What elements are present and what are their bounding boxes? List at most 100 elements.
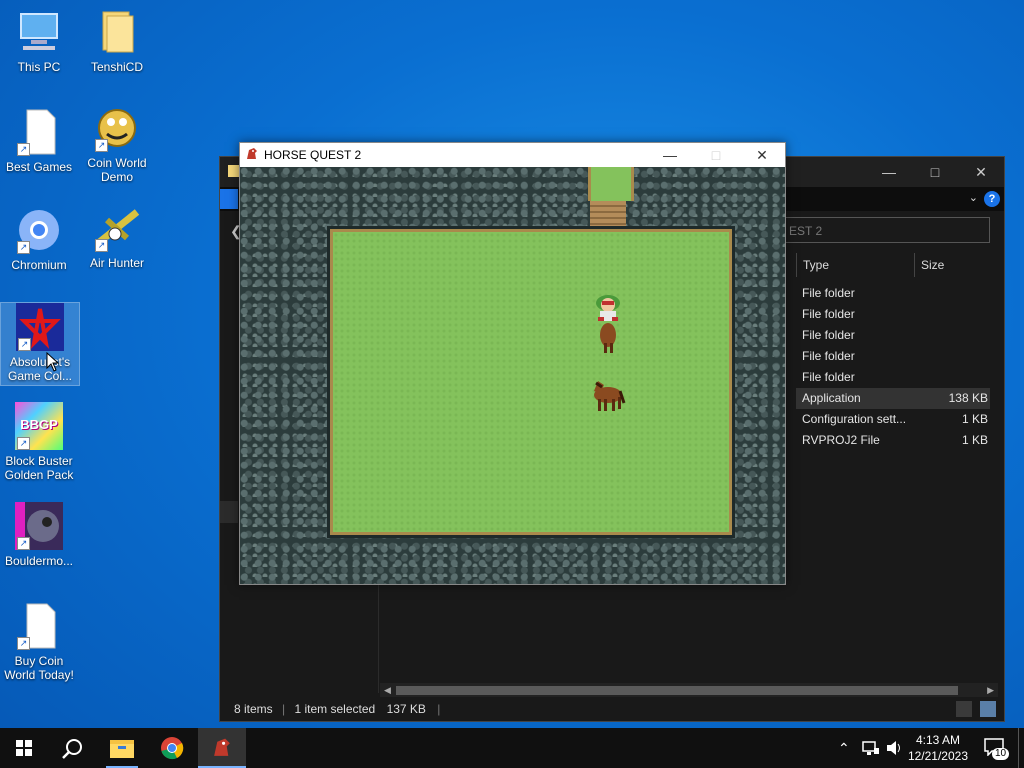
maximize-button[interactable]: □ (912, 157, 958, 187)
close-button[interactable]: ✕ (739, 143, 785, 167)
shortcut-arrow-icon: ↗ (17, 437, 30, 450)
show-hidden-icons-icon[interactable]: ⌃ (838, 728, 850, 768)
taskbar-chrome[interactable] (148, 728, 196, 768)
desktop-icon-label: TenshiCD (90, 60, 144, 74)
shortcut-arrow-icon: ↗ (17, 241, 30, 254)
desktop-icon-label: Best Games (5, 160, 73, 174)
list-item[interactable]: File folder (796, 346, 990, 367)
minimize-button[interactable]: — (647, 143, 693, 167)
desktop-icon-absolutist[interactable]: ↗ Absolutist's Game Col... (0, 302, 80, 386)
details-view-icon[interactable] (956, 701, 972, 717)
show-desktop-button[interactable] (1018, 728, 1024, 768)
file-icon: ↗ (15, 108, 63, 156)
large-icons-view-icon[interactable] (980, 701, 996, 717)
list-item-selected[interactable]: Application 138 KB (796, 388, 990, 409)
system-clock[interactable]: 4:13 AM 12/21/2023 (908, 732, 968, 764)
column-header-type[interactable]: Type (796, 253, 913, 277)
search-button[interactable] (48, 728, 96, 768)
help-icon[interactable]: ? (984, 191, 1000, 207)
nav-selected-item[interactable] (220, 501, 238, 523)
desktop-icon-buy-coin-world[interactable]: ↗ Buy Coin World Today! (0, 602, 78, 682)
list-item[interactable]: RVPROJ2 File 1 KB (796, 430, 990, 451)
shortcut-arrow-icon: ↗ (18, 338, 31, 351)
desktop-icon-this-pc[interactable]: This PC (0, 8, 78, 74)
desktop-icon-label: Air Hunter (89, 256, 145, 270)
taskbar-file-explorer[interactable] (98, 728, 146, 768)
airplane-icon: ↗ (93, 204, 141, 252)
grass-path (588, 167, 634, 201)
desktop-icon-label: Bouldermo... (4, 554, 74, 568)
coin-world-icon: ↗ (93, 104, 141, 152)
chrome-icon (161, 737, 184, 760)
block-buster-icon: BBGP ↗ (15, 402, 63, 450)
desktop-icon-label: Absolutist's Game Col... (7, 355, 73, 383)
folder-icon (110, 740, 134, 758)
clock-date: 12/21/2023 (907, 749, 968, 763)
status-size: 137 KB (386, 702, 426, 716)
notification-count-badge: 10 (992, 748, 1010, 760)
status-selected: 1 item selected (294, 702, 376, 716)
horse-app-icon (247, 148, 257, 159)
desktop-icon-air-hunter[interactable]: ↗ Air Hunter (78, 204, 156, 270)
game-canvas[interactable] (240, 167, 785, 584)
scrollbar-thumb[interactable] (396, 686, 958, 695)
windows-icon (16, 740, 32, 756)
column-header-size[interactable]: Size (914, 253, 991, 277)
notifications-button[interactable]: 10 (982, 728, 1010, 768)
desktop-icon-label: Chromium (11, 258, 67, 272)
game-title-bar[interactable]: HORSE QUEST 2 — □ ✕ (240, 143, 785, 167)
horse-sprite (594, 381, 626, 411)
bbgp-logo-text: BBGP (20, 417, 58, 432)
clock-time: 4:13 AM (915, 733, 960, 747)
column-headers: Type Size (796, 253, 996, 277)
close-button[interactable]: ✕ (958, 157, 1004, 187)
mouse-cursor-icon (46, 352, 60, 372)
horizontal-scrollbar[interactable]: ◀ ▶ (380, 683, 998, 697)
list-item[interactable]: File folder (796, 325, 990, 346)
address-bar[interactable]: EST 2 (780, 217, 990, 243)
search-icon (62, 739, 82, 759)
file-list: File folder File folder File folder File… (796, 283, 990, 451)
scroll-right-icon[interactable]: ▶ (987, 683, 994, 697)
horse-app-icon (214, 738, 230, 756)
list-item[interactable]: File folder (796, 304, 990, 325)
minimize-button[interactable]: — (866, 157, 912, 187)
list-item[interactable]: Configuration sett... 1 KB (796, 409, 990, 430)
absolutist-icon: ↗ (16, 303, 64, 351)
computer-icon (15, 8, 63, 56)
volume-icon[interactable] (886, 740, 904, 756)
desktop-icon-bouldermouse[interactable]: ↗ Bouldermo... (0, 502, 78, 568)
network-icon[interactable] (862, 740, 880, 756)
start-button[interactable] (0, 728, 48, 768)
shortcut-arrow-icon: ↗ (17, 143, 30, 156)
desktop-icon-tenshicd[interactable]: TenshiCD (78, 8, 156, 74)
status-item-count: 8 items (234, 702, 273, 716)
desktop-icon-label: Buy Coin World Today! (4, 654, 74, 682)
taskbar-horse-quest[interactable] (198, 728, 246, 768)
folder-icon (93, 8, 141, 56)
chevron-down-icon[interactable]: ⌄ (969, 191, 978, 204)
desktop-icon-block-buster[interactable]: BBGP ↗ Block Buster Golden Pack (0, 402, 78, 482)
status-bar: 8 items | 1 item selected 137 KB | (220, 697, 1004, 721)
desktop-icon-label: This PC (17, 60, 61, 74)
desktop-icon-coin-world-demo[interactable]: ↗ Coin World Demo (78, 104, 156, 184)
maximize-button[interactable]: □ (693, 143, 739, 167)
list-item[interactable]: File folder (796, 283, 990, 304)
chromium-icon: ↗ (15, 206, 63, 254)
grass-field (330, 229, 732, 535)
shortcut-arrow-icon: ↗ (95, 239, 108, 252)
scroll-left-icon[interactable]: ◀ (384, 683, 391, 697)
desktop-icon-label: Coin World Demo (87, 156, 147, 184)
shortcut-arrow-icon: ↗ (95, 139, 108, 152)
shortcut-arrow-icon: ↗ (17, 537, 30, 550)
horse-quest-window[interactable]: HORSE QUEST 2 — □ ✕ (239, 142, 786, 585)
wooden-bridge (590, 201, 626, 231)
file-tab[interactable] (220, 189, 238, 209)
bouldermouse-icon: ↗ (15, 502, 63, 550)
file-icon: ↗ (15, 602, 63, 650)
desktop-icon-chromium[interactable]: ↗ Chromium (0, 206, 78, 272)
list-item[interactable]: File folder (796, 367, 990, 388)
desktop-icon-label: Block Buster Golden Pack (4, 454, 74, 482)
taskbar: ⌃ 4:13 AM 12/21/2023 10 (0, 728, 1024, 768)
desktop-icon-best-games[interactable]: ↗ Best Games (0, 108, 78, 174)
